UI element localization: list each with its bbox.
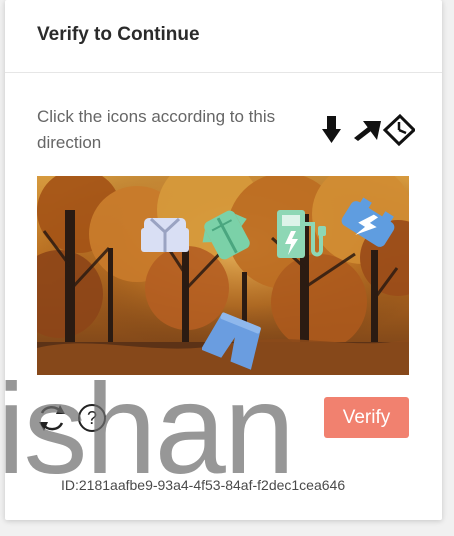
car-battery-icon[interactable] xyxy=(335,196,401,252)
dialog-title: Verify to Continue xyxy=(37,24,200,45)
icon-order-sequence xyxy=(315,113,417,147)
clothing-icon[interactable] xyxy=(198,206,256,264)
captcha-dialog: Verify to Continue Click the icons accor… xyxy=(5,0,442,520)
jacket-icon[interactable] xyxy=(138,210,192,260)
refresh-icon[interactable] xyxy=(35,401,69,435)
clock-icon xyxy=(382,113,417,147)
up-right-arrow-icon xyxy=(354,121,381,141)
help-icon[interactable]: ? xyxy=(75,401,109,435)
order-icons-svg xyxy=(322,113,417,147)
ev-charging-station-icon[interactable] xyxy=(273,206,327,264)
captcha-image[interactable] xyxy=(37,176,409,375)
shorts-icon[interactable] xyxy=(202,312,264,372)
captcha-instruction: Click the icons according to this direct… xyxy=(37,107,276,152)
verify-button[interactable]: Verify xyxy=(324,397,409,438)
svg-text:?: ? xyxy=(87,408,97,428)
down-arrow-icon xyxy=(322,116,341,143)
captcha-id: ID:2181aafbe9-93a4-4f53-84af-f2dec1cea64… xyxy=(61,477,346,493)
dialog-header: Verify to Continue xyxy=(5,0,442,73)
